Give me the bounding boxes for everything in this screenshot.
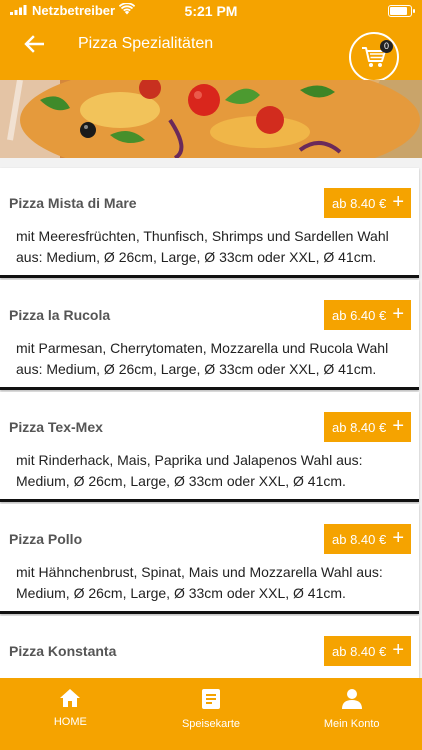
nav-mein-konto-label: Mein Konto (323, 718, 380, 730)
product-description: mit Parmesan, Cherrytomaten, Mozzarella … (16, 340, 389, 377)
product-card[interactable]: Pizza Pollo ab 8.40 € + mit Hähnchenbrust, … (0, 504, 419, 614)
product-card[interactable]: Pizza Mista di Mare ab 8.40 € + mit Meeresf… (0, 168, 419, 278)
plus-icon: + (392, 639, 404, 661)
product-price: ab 8.40 € (332, 195, 387, 211)
product-price: ab 8.40 € (332, 643, 387, 659)
home-icon (60, 689, 81, 707)
page-title: Pizza Spezialitäten (78, 35, 214, 52)
hero-pizza-image (0, 80, 422, 158)
product-description: mit Hähnchenbrust, Spinat, Mais und Mozz… (16, 564, 383, 601)
plus-icon: + (392, 527, 404, 549)
add-to-cart-button[interactable]: ab 8.40 € + (324, 524, 411, 554)
product-price: ab 6.40 € (332, 307, 387, 323)
product-description: mit Rinderhack, Mais, Paprika und Jalape… (16, 452, 363, 489)
nav-speisekarte-label: Speisekarte (181, 718, 241, 730)
nav-speisekarte[interactable]: Speisekarte (141, 678, 282, 750)
add-to-cart-button[interactable]: ab 8.40 € + (324, 188, 411, 218)
product-name: Pizza Konstanta (9, 643, 117, 659)
arrow-left-icon (24, 35, 44, 53)
product-name: Pizza Pollo (9, 531, 83, 547)
bottom-navigation: HOME Speisekarte Mein Konto (0, 678, 422, 750)
battery-icon (388, 5, 415, 17)
cart-count-badge: 0 (380, 40, 393, 53)
plus-icon: + (392, 415, 404, 437)
add-to-cart-button[interactable]: ab 8.40 € + (324, 412, 411, 442)
status-bar: Netzbetreiber 5:21 PM (0, 0, 422, 22)
plus-icon: + (392, 191, 404, 213)
cart-button[interactable]: 0 (349, 32, 399, 82)
product-price: ab 8.40 € (332, 419, 387, 435)
product-card[interactable]: Pizza la Rucola ab 6.40 € + mit Parmesan, C… (0, 280, 419, 390)
product-name: Pizza la Rucola (9, 307, 111, 323)
nav-mein-konto[interactable]: Mein Konto (281, 678, 422, 750)
person-icon (341, 689, 362, 709)
product-card[interactable]: Pizza Konstantaab 8.40 €+mit Gyros, Hirt… (0, 616, 419, 678)
nav-home[interactable]: HOME (0, 678, 141, 750)
product-name: Pizza Mista di Mare (9, 195, 137, 211)
product-description: mit Meeresfrüchten, Thunfisch, Shrimps u… (16, 228, 389, 265)
add-to-cart-button[interactable]: ab 8.40 € + (324, 636, 411, 666)
product-list: Pizza Mista di Mare ab 8.40 € + mit Meeresf… (0, 158, 422, 678)
back-button[interactable] (16, 30, 52, 58)
product-price: ab 8.40 € (332, 531, 387, 547)
add-to-cart-button[interactable]: ab 6.40 € + (324, 300, 411, 330)
menu-card-icon (202, 689, 220, 709)
plus-icon: + (392, 303, 404, 325)
product-name: Pizza Tex-Mex (9, 419, 103, 435)
app-bar: Pizza Spezialitäten 0 (0, 22, 422, 82)
clock: 5:21 PM (184, 3, 238, 19)
nav-home-label: HOME (53, 716, 87, 728)
product-card[interactable]: Pizza Tex-Mex ab 8.40 € + mit Rinderhack, M… (0, 392, 419, 502)
